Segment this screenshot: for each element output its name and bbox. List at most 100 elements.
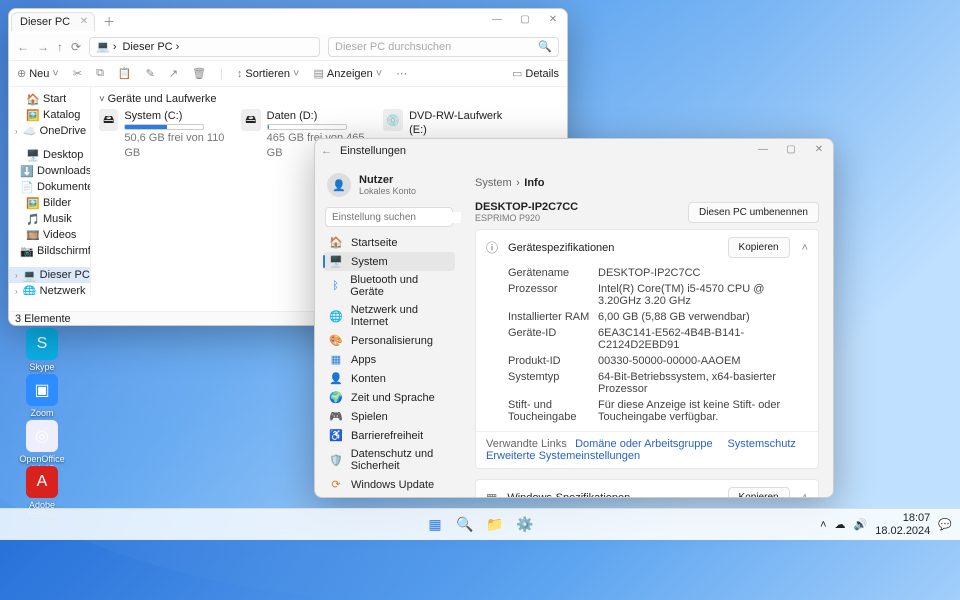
link-domain[interactable]: Domäne oder Arbeitsgruppe (575, 438, 713, 450)
maximize-button[interactable]: ▢ (777, 139, 805, 159)
tray-chevron-icon[interactable]: ˄ (820, 519, 826, 531)
windows-specs-card: ▦ Windows-Spezifikationen Kopieren ˄ Edi… (475, 479, 819, 497)
nav-item[interactable]: ⬇️Downloads (9, 163, 90, 179)
forward-icon[interactable]: → (37, 40, 49, 54)
settings-menu-item[interactable]: 🌐Netzwerk und Internet (323, 301, 455, 331)
up-icon[interactable]: ↑ (57, 40, 63, 54)
settings-menu-item[interactable]: ▦Apps (323, 350, 455, 369)
nav-item[interactable]: ›💻Dieser PC (9, 267, 90, 283)
settings-menu-item[interactable]: 🎮Spielen (323, 407, 455, 426)
nav-item[interactable]: 🏠Start (9, 91, 90, 107)
link-sysprotect[interactable]: Systemschutz (727, 438, 795, 450)
user-name: Nutzer (359, 174, 416, 186)
rename-icon[interactable]: ✎ (146, 67, 155, 80)
drive-item[interactable]: 🖴System (C:)50,6 GB frei von 110 GB (99, 109, 229, 160)
settings-menu-item[interactable]: ⟳Windows Update (323, 475, 455, 494)
tray-onedrive-icon[interactable]: ☁ (835, 518, 846, 531)
copy-button[interactable]: Kopieren (728, 237, 790, 258)
sort-button[interactable]: ↕ Sortieren ˅ (237, 68, 300, 80)
nav-item[interactable]: 📄Dokumente (9, 179, 90, 195)
spec-row: Stift- und ToucheingabeFür diese Anzeige… (508, 397, 808, 425)
details-button[interactable]: ▭ Details (512, 67, 559, 80)
more-icon[interactable]: ⋯ (396, 67, 407, 80)
settings-menu-item[interactable]: ᛒBluetooth und Geräte (323, 271, 455, 301)
close-tab-icon[interactable]: ✕ (80, 16, 88, 27)
search-icon: 🔍 (538, 40, 552, 53)
delete-icon[interactable]: 🗑 (192, 67, 206, 80)
settings-menu-item[interactable]: 🖥️System (323, 252, 455, 271)
device-specs-card: ⓘ Gerätespezifikationen Kopieren ˄ Gerät… (475, 229, 819, 469)
settings-menu-item[interactable]: 🛡️Datenschutz und Sicherheit (323, 445, 455, 475)
nav-item[interactable]: 🎵Musik (9, 211, 90, 227)
user-sub: Lokales Konto (359, 186, 416, 196)
settings-search-input[interactable] (332, 212, 461, 223)
close-button[interactable]: ✕ (805, 139, 833, 159)
related-links: Verwandte Links Domäne oder Arbeitsgrupp… (476, 431, 818, 468)
share-icon[interactable]: ↗ (169, 67, 178, 80)
tab-strip: Dieser PC ✕ ＋ ― ▢ ✕ (9, 9, 567, 33)
tab-label: Dieser PC (20, 16, 70, 28)
settings-menu-item[interactable]: 🎨Personalisierung (323, 331, 455, 350)
taskbar[interactable]: ▦ 🔍 📁 ⚙️ ˄ ☁ 🔊 18:0718.02.2024 💬 (0, 508, 960, 540)
desktop-icon[interactable]: ▣Zoom (18, 374, 66, 418)
tab-this-pc[interactable]: Dieser PC ✕ (11, 12, 95, 31)
link-advanced[interactable]: Erweiterte Systemeinstellungen (486, 450, 640, 462)
minimize-button[interactable]: ― (483, 9, 511, 29)
copy-button[interactable]: Kopieren (728, 487, 790, 497)
drives-group-header[interactable]: ˅ Geräte und Laufwerke (99, 93, 559, 105)
rename-pc-button[interactable]: Diesen PC umbenennen (688, 202, 819, 223)
maximize-button[interactable]: ▢ (511, 9, 539, 29)
info-icon: ⓘ (486, 239, 498, 256)
tray-notification-icon[interactable]: 💬 (938, 518, 952, 531)
device-name: DESKTOP-IP2C7CC (475, 201, 578, 213)
new-tab-button[interactable]: ＋ (103, 13, 115, 30)
search-placeholder: Dieser PC durchsuchen (335, 41, 451, 53)
device-model: ESPRIMO P920 (475, 213, 578, 223)
breadcrumb: Dieser PC › (122, 41, 179, 53)
back-button[interactable]: ← (321, 145, 332, 157)
nav-item[interactable]: 📷Bildschirmfotos (9, 243, 90, 259)
spec-row: GerätenameDESKTOP-IP2C7CC (508, 265, 808, 281)
settings-titlebar: ← Einstellungen ― ▢ ✕ (315, 139, 833, 163)
taskbar-clock[interactable]: 18:0718.02.2024 (875, 512, 930, 536)
spec-row: Produkt-ID00330-50000-00000-AAOEM (508, 353, 808, 369)
nav-item[interactable]: ›🌐Netzwerk (9, 283, 90, 295)
nav-item[interactable]: ›☁️OneDrive (9, 123, 90, 139)
start-button[interactable]: ▦ (424, 514, 446, 536)
settings-title: Einstellungen (340, 145, 406, 157)
card-title: Gerätespezifikationen (508, 242, 614, 254)
taskbar-explorer-icon[interactable]: 📁 (484, 514, 506, 536)
new-button[interactable]: ⊕ Neu ˅ (17, 67, 59, 80)
copy-icon[interactable]: ⧉ (96, 67, 104, 80)
chevron-up-icon[interactable]: ˄ (802, 492, 808, 498)
view-button[interactable]: ▤ Anzeigen ˅ (313, 67, 382, 80)
refresh-icon[interactable]: ⟳ (71, 40, 81, 54)
search-box[interactable]: Dieser PC durchsuchen 🔍 (328, 37, 559, 57)
chevron-up-icon[interactable]: ˄ (802, 242, 808, 254)
taskbar-settings-icon[interactable]: ⚙️ (514, 514, 536, 536)
tray-volume-icon[interactable]: 🔊 (854, 518, 868, 531)
explorer-nav: 🏠Start🖼️Katalog›☁️OneDrive 🖥️Desktop⬇️Dow… (9, 87, 91, 295)
nav-item[interactable]: 🖥️Desktop (9, 147, 90, 163)
back-icon[interactable]: ← (17, 40, 29, 54)
settings-menu-item[interactable]: 👤Konten (323, 369, 455, 388)
settings-menu-item[interactable]: 🏠Startseite (323, 233, 455, 252)
avatar: 👤 (327, 173, 351, 197)
settings-menu-item[interactable]: 🌍Zeit und Sprache (323, 388, 455, 407)
nav-item[interactable]: 🎞️Videos (9, 227, 90, 243)
settings-search[interactable]: 🔍 (325, 207, 453, 227)
address-bar[interactable]: 💻 › Dieser PC › (89, 37, 320, 57)
paste-icon[interactable]: 📋 (118, 67, 132, 80)
user-tile[interactable]: 👤 Nutzer Lokales Konto (323, 169, 455, 201)
settings-menu-item[interactable]: ♿Barrierefreiheit (323, 426, 455, 445)
minimize-button[interactable]: ― (749, 139, 777, 159)
cut-icon[interactable]: ✂ (73, 67, 82, 80)
windows-icon: ▦ (486, 491, 497, 498)
spec-row: ProzessorIntel(R) Core(TM) i5-4570 CPU @… (508, 281, 808, 309)
close-button[interactable]: ✕ (539, 9, 567, 29)
nav-item[interactable]: 🖼️Bilder (9, 195, 90, 211)
nav-item[interactable]: 🖼️Katalog (9, 107, 90, 123)
desktop-icon[interactable]: SSkype (18, 328, 66, 372)
spec-row: Systemtyp64-Bit-Betriebssystem, x64-basi… (508, 369, 808, 397)
taskbar-search-icon[interactable]: 🔍 (454, 514, 476, 536)
